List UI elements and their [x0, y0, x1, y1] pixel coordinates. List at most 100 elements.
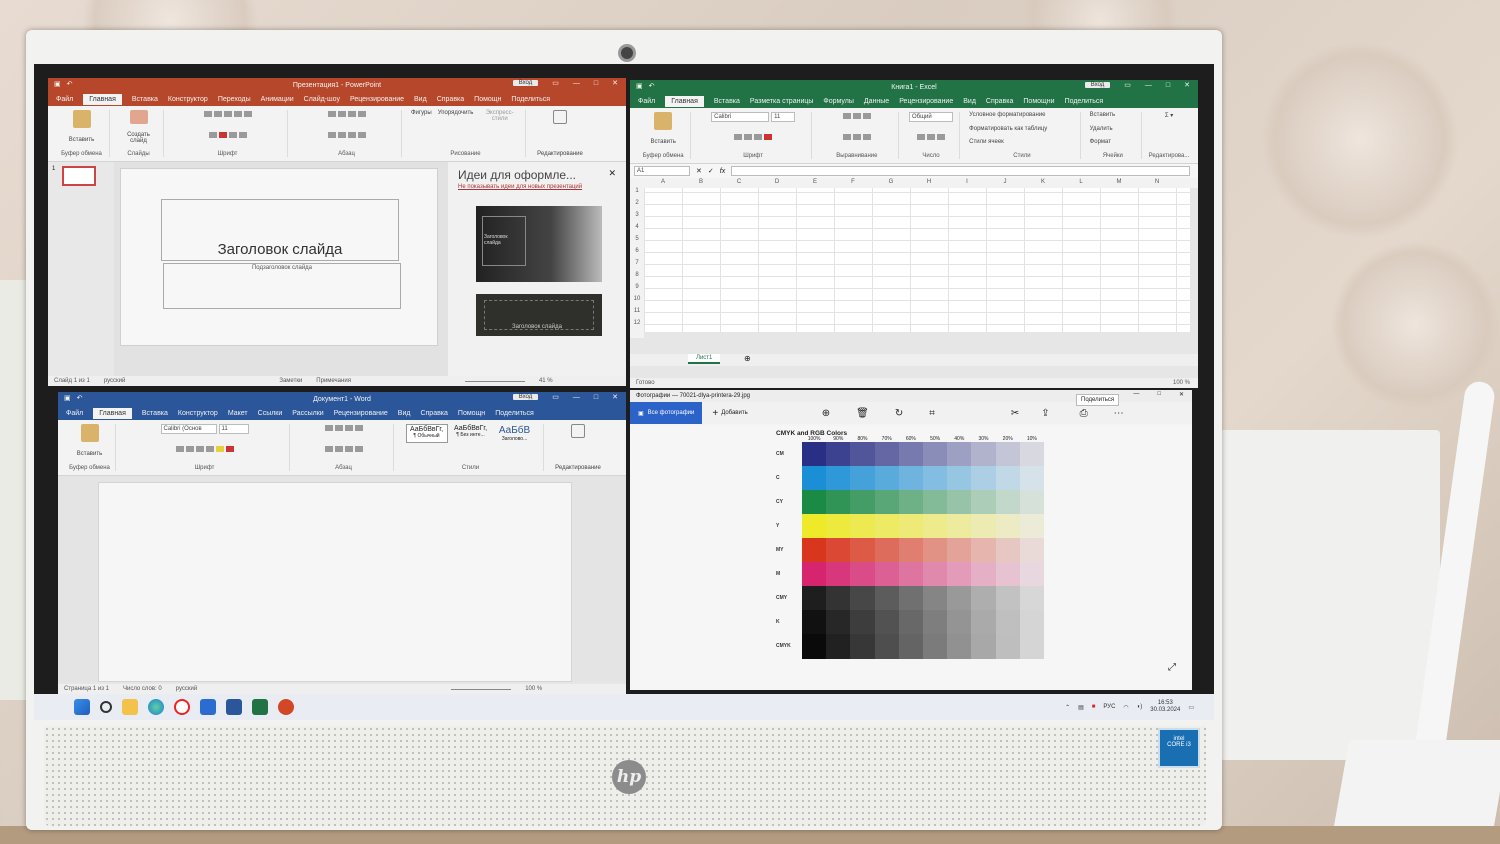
row-header[interactable]: 11 [630, 308, 644, 314]
column-header[interactable]: N [1138, 179, 1176, 185]
number-format-select[interactable]: Общий [909, 112, 953, 122]
column-header[interactable]: C [720, 179, 758, 185]
row-header[interactable]: 9 [630, 284, 644, 290]
word-app-icon[interactable] [226, 699, 242, 715]
tab-design[interactable]: Конструктор [168, 96, 208, 103]
row-header[interactable]: 7 [630, 260, 644, 266]
tab-review[interactable]: Рецензирование [899, 98, 953, 105]
paste-icon[interactable] [654, 112, 673, 130]
delete-cells-button[interactable]: Удалить [1090, 126, 1113, 132]
tab-animations[interactable]: Анимации [261, 96, 294, 103]
maximize-button[interactable]: □ [1157, 391, 1161, 398]
comments-button[interactable]: Примечания [316, 378, 351, 384]
ribbon-display-icon[interactable]: ▭ [552, 79, 559, 87]
tab-file[interactable]: Файл [56, 96, 73, 103]
editing-button[interactable]: Редактирование [555, 465, 601, 471]
all-photos-button[interactable]: ▣ Все фотографии [630, 402, 703, 424]
tab-view[interactable]: Вид [398, 410, 411, 417]
formula-input[interactable] [731, 166, 1190, 176]
save-icon[interactable]: ▣ [64, 394, 71, 402]
search-icon[interactable] [571, 424, 585, 438]
row-header[interactable]: 1 [630, 188, 644, 194]
row-header[interactable]: 3 [630, 212, 644, 218]
search-icon[interactable] [100, 701, 112, 713]
language-status[interactable]: русский [176, 686, 198, 692]
minimize-button[interactable]: — [573, 394, 580, 401]
column-header[interactable]: M [1100, 179, 1138, 185]
signin-button[interactable]: Вход [512, 394, 539, 400]
tab-insert[interactable]: Вставка [132, 96, 158, 103]
tab-view[interactable]: Вид [414, 96, 427, 103]
shapes-button[interactable]: Фигуры [411, 110, 432, 122]
word-count[interactable]: Число слов: 0 [123, 686, 162, 692]
slide-canvas[interactable]: Заголовок слайда Подзаголовок слайда [120, 168, 438, 346]
ribbon-display-icon[interactable]: ▭ [1124, 81, 1131, 89]
row-header[interactable]: 12 [630, 320, 644, 326]
tab-review[interactable]: Рецензирование [350, 96, 404, 103]
photos-app-icon[interactable] [200, 699, 216, 715]
share-icon[interactable]: ⇪ [1041, 408, 1049, 419]
tab-tell-me[interactable]: Помощни [1023, 98, 1054, 105]
tab-mailings[interactable]: Рассылки [292, 410, 323, 417]
row-header[interactable]: 6 [630, 248, 644, 254]
arrange-button[interactable]: Упорядочить [438, 110, 474, 122]
tab-home[interactable]: Главная [83, 93, 122, 105]
new-slide-icon[interactable] [129, 110, 148, 124]
column-header[interactable]: B [682, 179, 720, 185]
row-header[interactable]: 4 [630, 224, 644, 230]
column-header[interactable]: I [948, 179, 986, 185]
tab-review[interactable]: Рецензирование [334, 410, 388, 417]
autosum-icon[interactable]: Σ ▾ [1165, 112, 1173, 119]
column-header[interactable]: L [1062, 179, 1100, 185]
fullscreen-icon[interactable]: ⤢ [1168, 662, 1176, 673]
edge-icon[interactable] [148, 699, 164, 715]
insert-function-icon[interactable]: fx [720, 168, 725, 175]
edit-icon[interactable]: ✂ [1011, 408, 1019, 419]
paste-button[interactable]: Вставить [650, 139, 675, 145]
tab-share[interactable]: Поделиться [495, 410, 534, 417]
tab-layout[interactable]: Макет [228, 410, 248, 417]
close-button[interactable]: ✕ [612, 393, 618, 401]
column-header[interactable]: K [1024, 179, 1062, 185]
subtitle-placeholder[interactable]: Подзаголовок слайда [163, 263, 401, 309]
quick-styles-button[interactable]: Экспресс-стили [479, 110, 520, 122]
save-icon[interactable]: ▣ [54, 80, 61, 88]
zoom-level[interactable]: 100 % [1173, 380, 1190, 386]
column-header[interactable]: D [758, 179, 796, 185]
new-slide-button[interactable]: Создать слайд [119, 132, 158, 144]
tab-share[interactable]: Поделиться [511, 96, 550, 103]
notes-button[interactable]: Заметки [279, 378, 302, 384]
tab-page-layout[interactable]: Разметка страницы [750, 98, 814, 105]
minimize-button[interactable]: — [573, 80, 580, 87]
column-header[interactable]: F [834, 179, 872, 185]
column-header[interactable]: H [910, 179, 948, 185]
design-idea-1[interactable]: Заголовок слайда [476, 206, 602, 282]
minimize-button[interactable]: — [1133, 391, 1139, 398]
column-header[interactable]: J [986, 179, 1024, 185]
yandex-browser-icon[interactable] [174, 699, 190, 715]
tab-help[interactable]: Справка [437, 96, 464, 103]
close-button[interactable]: ✕ [1184, 81, 1190, 89]
cell-styles-button[interactable]: Стили ячеек [969, 139, 1004, 145]
designer-hide-link[interactable]: Не показывать идеи для новых презентаций [458, 184, 582, 190]
conditional-format-button[interactable]: Условное форматирование [969, 112, 1045, 118]
minimize-button[interactable]: — [1145, 82, 1152, 89]
clock[interactable]: 16:53 30.03.2024 [1150, 700, 1180, 714]
name-box[interactable]: A1 [634, 166, 690, 176]
format-as-table-button[interactable]: Форматировать как таблицу [969, 126, 1047, 132]
slide-thumbnail[interactable] [62, 166, 96, 186]
tab-view[interactable]: Вид [963, 98, 976, 105]
undo-icon[interactable]: ↶ [77, 394, 83, 402]
column-header[interactable]: E [796, 179, 834, 185]
column-header[interactable]: A [644, 179, 682, 185]
maximize-button[interactable]: □ [594, 394, 598, 401]
tab-file[interactable]: Файл [638, 98, 655, 105]
tab-home[interactable]: Главная [93, 407, 132, 419]
enter-icon[interactable]: ✓ [708, 167, 714, 175]
tab-share[interactable]: Поделиться [1065, 98, 1104, 105]
undo-icon[interactable]: ↶ [649, 82, 655, 90]
row-header[interactable]: 10 [630, 296, 644, 302]
wifi-icon[interactable]: ◠ [1123, 704, 1128, 711]
crop-icon[interactable]: ⌗ [929, 408, 935, 419]
tab-tell-me[interactable]: Помощн [458, 410, 485, 417]
